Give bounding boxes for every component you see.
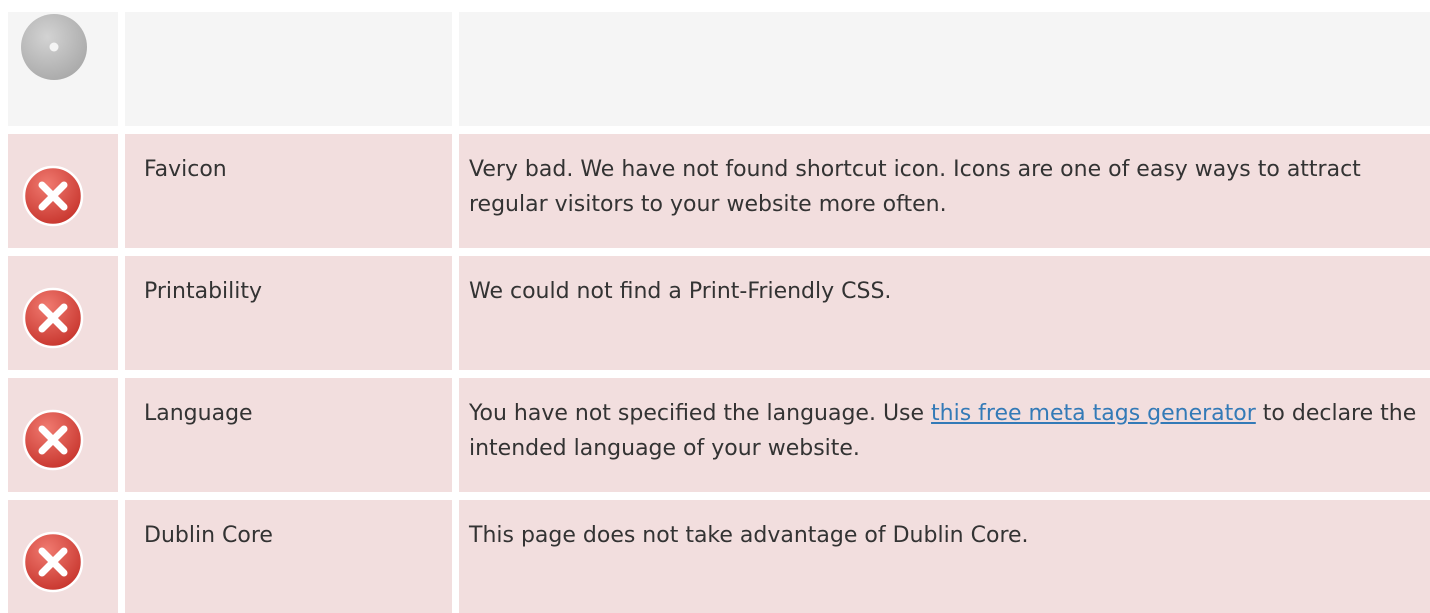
- status-icon-cell: [8, 12, 118, 126]
- check-label: Dublin Core: [125, 500, 452, 613]
- check-label: Language: [125, 378, 452, 492]
- status-icon-cell: [8, 256, 118, 370]
- status-icon-cell: [8, 378, 118, 492]
- check-row-language: Language You have not specified the lang…: [8, 378, 1430, 492]
- description-text-before: You have not specified the language. Use: [469, 401, 932, 426]
- check-description: [459, 12, 1430, 126]
- error-x-icon: [22, 165, 84, 227]
- status-icon-cell: [8, 134, 118, 248]
- check-label: Printability: [125, 256, 452, 370]
- check-label: Favicon: [125, 134, 452, 248]
- check-description: We could not find a Print-Friendly CSS.: [459, 256, 1430, 370]
- check-row-printability: Printability We could not find a Print-F…: [8, 256, 1430, 370]
- check-row-neutral: [8, 12, 1430, 126]
- error-x-icon: [22, 287, 84, 349]
- meta-tags-generator-link[interactable]: this free meta tags generator: [931, 401, 1256, 426]
- error-x-icon: [22, 531, 84, 593]
- check-row-favicon: Favicon Very bad. We have not found shor…: [8, 134, 1430, 248]
- check-description: This page does not take advantage of Dub…: [459, 500, 1430, 613]
- status-icon-cell: [8, 500, 118, 613]
- check-row-dublin-core: Dublin Core This page does not take adva…: [8, 500, 1430, 613]
- check-description: Very bad. We have not found shortcut ico…: [459, 134, 1430, 248]
- error-x-icon: [22, 409, 84, 471]
- check-description: You have not specified the language. Use…: [459, 378, 1430, 492]
- seo-check-table: Favicon Very bad. We have not found shor…: [8, 12, 1430, 613]
- info-disc-icon: [20, 13, 88, 81]
- check-label: [125, 12, 452, 126]
